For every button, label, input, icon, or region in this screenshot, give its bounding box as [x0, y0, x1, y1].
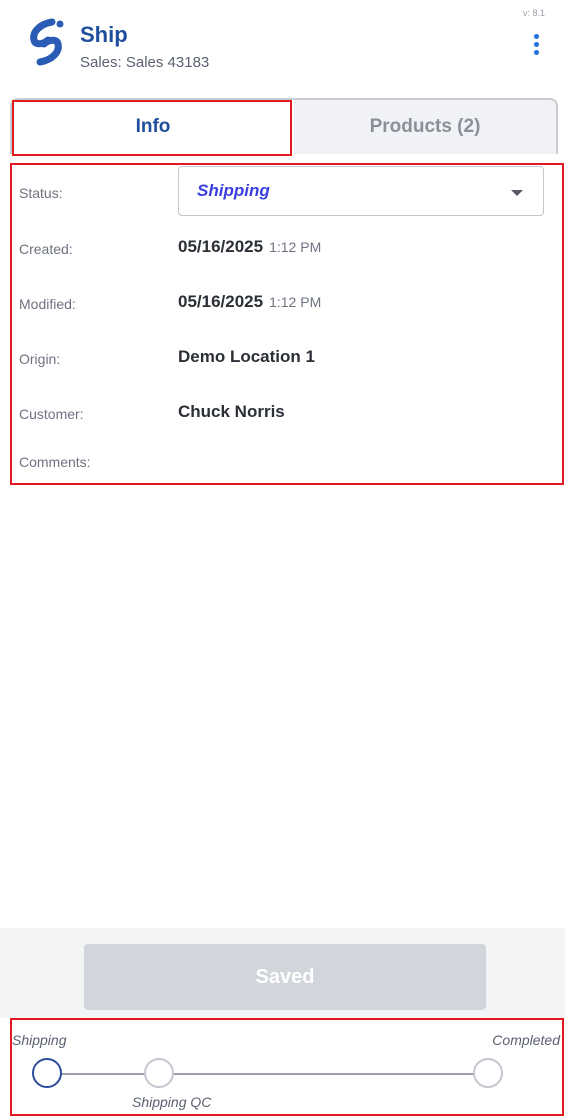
- modified-time: 1:12 PM: [269, 294, 322, 310]
- step-shipping-node[interactable]: [32, 1058, 62, 1088]
- tab-info[interactable]: Info: [12, 100, 294, 154]
- progress-connector: [174, 1073, 474, 1075]
- step-label-shipping: Shipping: [12, 1032, 67, 1048]
- tab-bar: Info Products (2): [10, 98, 558, 154]
- status-dropdown[interactable]: Shipping: [178, 166, 544, 216]
- modified-label: Modified:: [19, 296, 76, 312]
- step-label-shipping-qc: Shipping QC: [132, 1094, 212, 1110]
- created-label: Created:: [19, 241, 73, 257]
- progress-connector: [60, 1073, 144, 1075]
- created-time: 1:12 PM: [269, 239, 322, 255]
- status-value: Shipping: [197, 181, 270, 200]
- app-logo-icon: [30, 18, 64, 66]
- tab-products[interactable]: Products (2): [294, 100, 556, 154]
- comments-label: Comments:: [19, 454, 91, 470]
- version-label: v: 8.1: [522, 8, 545, 18]
- origin-value: Demo Location 1: [178, 347, 315, 366]
- chevron-down-icon: [511, 190, 523, 196]
- modified-value: 05/16/2025 1:12 PM: [178, 292, 321, 312]
- status-progress: Shipping Completed Shipping QC: [10, 1018, 564, 1116]
- created-date: 05/16/2025: [178, 237, 264, 256]
- customer-label: Customer:: [19, 406, 84, 422]
- origin-label: Origin:: [19, 351, 61, 367]
- app-header: Ship Sales: Sales 43183 v: 8.1: [0, 0, 565, 86]
- step-completed-node[interactable]: [473, 1058, 503, 1088]
- step-shipping-qc-node[interactable]: [144, 1058, 174, 1088]
- page-subtitle: Sales: Sales 43183: [80, 54, 210, 71]
- more-vertical-icon[interactable]: [531, 34, 541, 58]
- customer-value: Chuck Norris: [178, 402, 285, 421]
- info-panel: Status: Shipping Created: 05/16/2025 1:12…: [10, 161, 564, 486]
- modified-date: 05/16/2025: [178, 292, 264, 311]
- page-title: Ship: [80, 22, 128, 47]
- saved-button[interactable]: Saved: [84, 944, 486, 1010]
- created-value: 05/16/2025 1:12 PM: [178, 237, 321, 257]
- step-label-completed: Completed: [492, 1032, 560, 1048]
- status-label: Status:: [19, 185, 63, 201]
